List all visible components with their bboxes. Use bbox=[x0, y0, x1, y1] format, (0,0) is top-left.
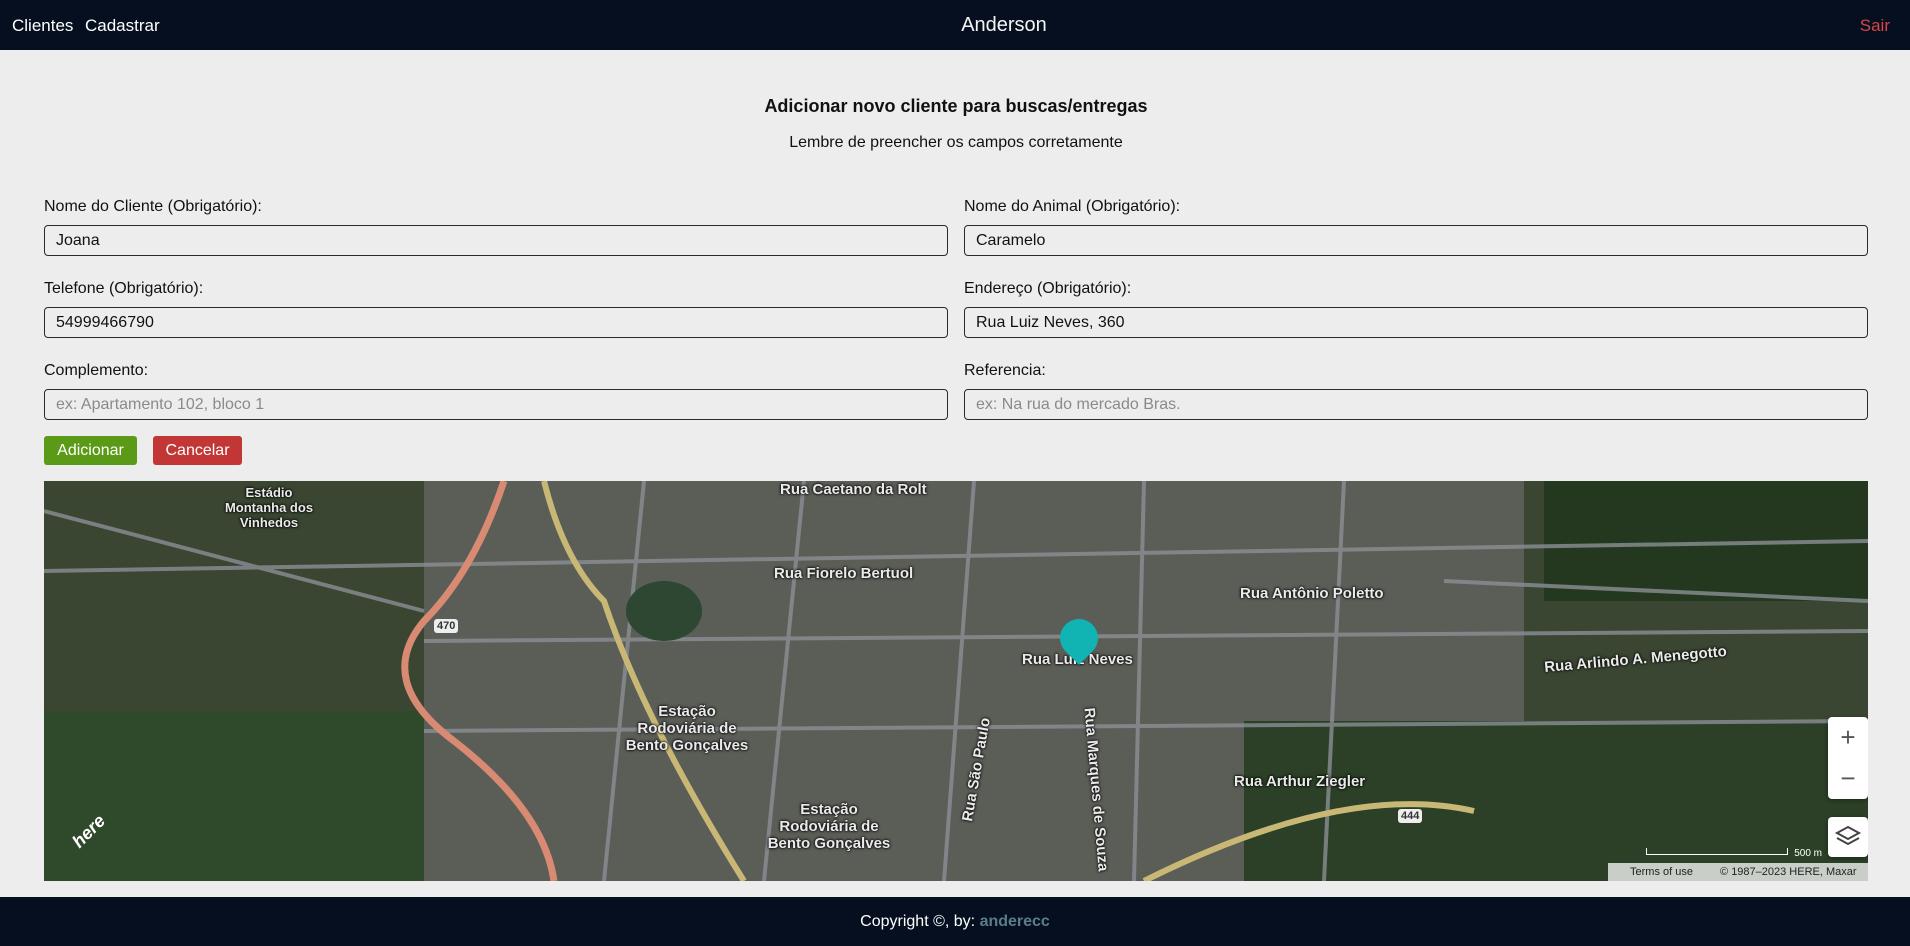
cancel-button[interactable]: Cancelar bbox=[153, 436, 242, 465]
street-label: Rua Antônio Poletto bbox=[1240, 585, 1384, 602]
logout-link[interactable]: Sair bbox=[1860, 16, 1890, 36]
street-label: Estádio Montanha dos Vinhedos bbox=[224, 485, 314, 530]
street-label: Rua Fiorelo Bertuol bbox=[774, 565, 914, 582]
map-satellite-imagery bbox=[44, 481, 1868, 881]
nome-animal-input[interactable] bbox=[964, 225, 1868, 256]
zoom-control: + − bbox=[1828, 717, 1868, 799]
endereco-input[interactable] bbox=[964, 307, 1868, 338]
map-copyright: © 1987–2023 HERE, Maxar bbox=[1720, 866, 1857, 878]
complemento-input[interactable] bbox=[44, 389, 948, 420]
nome-cliente-label: Nome do Cliente (Obrigatório): bbox=[44, 198, 262, 215]
street-label: Rua Arthur Ziegler bbox=[1234, 773, 1366, 790]
terms-of-use-link[interactable]: Terms of use bbox=[1630, 866, 1693, 878]
map-view[interactable]: Rua Caetano da Rolt Rua Fiorelo Bertuol … bbox=[44, 481, 1868, 881]
route-shield: 470 bbox=[434, 619, 459, 633]
page-title: Adicionar novo cliente para buscas/entre… bbox=[764, 96, 1148, 116]
top-navbar: Clientes Cadastrar Anderson Sair bbox=[0, 0, 1910, 50]
plus-icon[interactable]: + bbox=[1828, 717, 1868, 758]
referencia-label: Referencia: bbox=[964, 362, 1046, 379]
brand-title: Anderson bbox=[961, 14, 1047, 36]
footer-author-link[interactable]: anderecc bbox=[980, 913, 1050, 930]
page-subtitle: Lembre de preencher os campos corretamen… bbox=[789, 134, 1123, 151]
nome-cliente-input[interactable] bbox=[44, 225, 948, 256]
street-label: Estação Rodoviária de Bento Gonçalves bbox=[625, 703, 749, 754]
route-shield: 444 bbox=[1398, 809, 1423, 823]
add-button[interactable]: Adicionar bbox=[44, 436, 137, 465]
map-scale-text: 500 m bbox=[1794, 848, 1822, 859]
complemento-label: Complemento: bbox=[44, 362, 149, 379]
footer-text: Copyright ©, by: bbox=[860, 913, 976, 930]
minus-icon[interactable]: − bbox=[1828, 758, 1868, 799]
telefone-label: Telefone (Obrigatório): bbox=[44, 280, 204, 297]
nome-animal-label: Nome do Animal (Obrigatório): bbox=[964, 198, 1181, 215]
footer: Copyright ©, by: anderecc bbox=[0, 897, 1910, 946]
endereco-label: Endereço (Obrigatório): bbox=[964, 280, 1132, 297]
layers-icon[interactable] bbox=[1828, 817, 1868, 857]
telefone-input[interactable] bbox=[44, 307, 948, 338]
referencia-input[interactable] bbox=[964, 389, 1868, 420]
map-scale-bar bbox=[1646, 848, 1788, 855]
street-label: Rua Caetano da Rolt bbox=[780, 481, 927, 498]
map-attribution: Terms of use © 1987–2023 HERE, Maxar bbox=[1608, 863, 1868, 881]
street-label: Estação Rodoviária de Bento Gonçalves bbox=[767, 801, 891, 852]
